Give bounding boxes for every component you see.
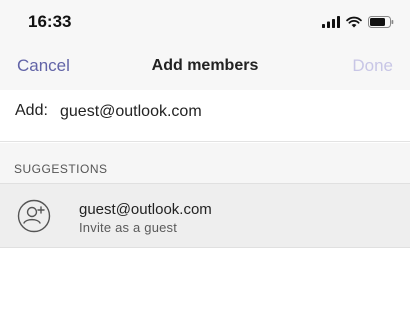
add-guest-icon: [17, 199, 51, 233]
status-time: 16:33: [28, 12, 72, 31]
done-button[interactable]: Done: [352, 56, 393, 76]
suggestions-title: SUGGESTIONS: [14, 162, 108, 176]
add-label: Add:: [15, 102, 48, 119]
add-member-input[interactable]: [60, 100, 390, 124]
page-title: Add members: [151, 57, 259, 74]
suggestion-item[interactable]: guest@outlook.com Invite as a guest: [0, 183, 410, 248]
cellular-signal-icon: [322, 16, 340, 28]
suggestions-header: SUGGESTIONS: [0, 143, 410, 183]
wifi-icon: [346, 16, 362, 28]
battery-icon: [368, 16, 394, 28]
suggestion-email: guest@outlook.com: [79, 201, 212, 218]
add-member-row: Add:: [0, 90, 410, 142]
suggestion-subtitle: Invite as a guest: [79, 220, 178, 235]
status-bar: 16:33: [0, 0, 410, 44]
navigation-bar: Cancel Add members Done: [0, 44, 410, 90]
status-icons: [322, 14, 394, 30]
